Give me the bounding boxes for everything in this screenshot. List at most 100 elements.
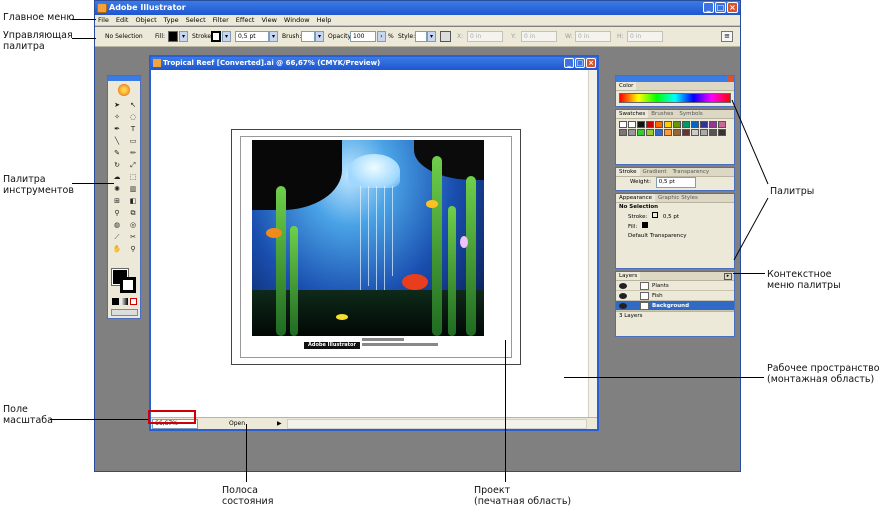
slice-tool-icon[interactable]: ⟋ [110,232,124,242]
tab-transparency[interactable]: Transparency [669,168,712,176]
status-menu-arrow-icon[interactable]: ▶ [277,420,282,427]
appearance-stroke-label: Stroke: [628,214,648,220]
menu-help[interactable]: Help [317,15,332,25]
rectangle-tool-icon[interactable]: ▭ [126,136,140,146]
tab-graphic-styles[interactable]: Graphic Styles [655,194,701,202]
symbol-sprayer-tool-icon[interactable]: ✺ [110,184,124,194]
lasso-tool-icon[interactable]: ◌ [126,112,140,122]
tropical-reef-artwork [252,140,484,336]
doc-maximize-icon[interactable]: □ [575,58,585,68]
y-field[interactable]: 0 in [521,31,557,42]
stroke-dropdown-icon[interactable]: ▾ [222,31,231,42]
horizontal-scrollbar[interactable] [287,419,587,429]
label-control-palette-1: Управляющая [3,30,73,41]
status-bar: 66,67% Open ▶ [151,417,597,429]
adobe-illustrator-logo: Adobe Illustrator [304,342,360,349]
tab-appearance[interactable]: Appearance [616,194,656,202]
minimize-icon[interactable]: _ [703,2,714,13]
brush-field[interactable] [301,31,315,42]
fill-swatch[interactable] [168,31,178,42]
pen-tool-icon[interactable]: ✒ [110,124,124,134]
line-tool-icon[interactable]: ╲ [110,136,124,146]
scissors-tool-icon[interactable]: ✂ [126,232,140,242]
weight-field[interactable]: 0,5 pt [655,177,696,188]
layer-row[interactable]: Plants [616,281,734,291]
vertical-scrollbar[interactable] [588,70,597,419]
gradient-mode-icon[interactable] [121,298,128,305]
opacity-field[interactable]: 100 [350,31,376,42]
hand-tool-icon[interactable]: ✋ [110,244,124,254]
menu-filter[interactable]: Filter [213,15,229,25]
layers-count: 3 Layers [616,311,734,321]
stroke-weight-dropdown-icon[interactable]: ▾ [269,31,278,42]
brush-dropdown-icon[interactable]: ▾ [315,31,324,42]
direct-selection-tool-icon[interactable]: ↖ [126,100,140,110]
pencil-tool-icon[interactable]: ✏ [126,148,140,158]
doc-close-icon[interactable]: × [586,58,596,68]
fill-dropdown-icon[interactable]: ▾ [179,31,188,42]
eye-icon[interactable] [619,283,627,289]
menu-edit[interactable]: Edit [116,15,129,25]
transform-reference-icon[interactable] [440,31,451,42]
screen-mode-icon[interactable] [111,309,138,316]
tab-brushes[interactable]: Brushes [648,110,676,118]
w-field[interactable]: 0 in [575,31,611,42]
color-close-icon[interactable] [727,76,733,82]
gradient-tool-icon[interactable]: ◧ [126,196,140,206]
tab-layers[interactable]: Layers [616,272,641,280]
tab-gradient[interactable]: Gradient [640,168,670,176]
layer-row[interactable]: Background [616,301,734,311]
color-spectrum[interactable] [619,93,731,103]
zoom-tool-icon[interactable]: ⚲ [126,244,140,254]
paintbrush-tool-icon[interactable]: ✎ [110,148,124,158]
layer-row[interactable]: Fish [616,291,734,301]
menu-view[interactable]: View [261,15,276,25]
menu-type[interactable]: Type [164,15,179,25]
layer-thumbnail [640,282,649,290]
menu-select[interactable]: Select [186,15,206,25]
tab-symbols[interactable]: Symbols [676,110,705,118]
eye-icon[interactable] [619,303,627,309]
live-paint-tool-icon[interactable]: ◍ [110,220,124,230]
eye-icon[interactable] [619,293,627,299]
menu-object[interactable]: Object [135,15,156,25]
status-text[interactable]: Open [229,420,245,427]
palette-menu-icon[interactable]: ≡ [721,31,733,42]
tab-color[interactable]: Color [616,82,637,90]
blend-tool-icon[interactable]: ⧉ [126,208,140,218]
none-mode-icon[interactable] [130,298,137,305]
label-project-1: Проект [474,485,511,496]
stroke-swatch[interactable] [211,31,221,42]
magic-wand-tool-icon[interactable]: ✧ [110,112,124,122]
menu-file[interactable]: File [98,15,109,25]
selection-tool-icon[interactable]: ➤ [110,100,124,110]
doc-minimize-icon[interactable]: _ [564,58,574,68]
opacity-arrow-icon[interactable]: › [377,31,386,42]
warp-tool-icon[interactable]: ☁ [110,172,124,182]
h-label: H: [617,33,624,40]
stroke-color-swatch[interactable] [120,277,136,293]
live-paint-selection-tool-icon[interactable]: ◎ [126,220,140,230]
x-field[interactable]: 0 in [467,31,503,42]
rotate-tool-icon[interactable]: ↻ [110,160,124,170]
column-graph-tool-icon[interactable]: ▥ [126,184,140,194]
style-field[interactable] [415,31,427,42]
menu-window[interactable]: Window [284,15,310,25]
type-tool-icon[interactable]: T [126,124,140,134]
mesh-tool-icon[interactable]: ⊞ [110,196,124,206]
close-icon[interactable]: × [727,2,738,13]
free-transform-tool-icon[interactable]: ⬚ [126,172,140,182]
style-dropdown-icon[interactable]: ▾ [427,31,436,42]
tab-stroke[interactable]: Stroke [616,168,640,176]
stroke-weight-field[interactable]: 0,5 pt [235,31,269,42]
color-mode-icon[interactable] [112,298,119,305]
eyedropper-tool-icon[interactable]: ⚲ [110,208,124,218]
layers-palette: Layers ▸ Plants Fish Background 3 Layers [615,271,735,337]
swatches-palette: Swatches Brushes Symbols [615,109,735,165]
color-palette: Color [615,75,735,107]
maximize-icon[interactable]: □ [715,2,726,13]
h-field[interactable]: 0 in [627,31,663,42]
scale-tool-icon[interactable]: ⤢ [126,160,140,170]
tab-swatches[interactable]: Swatches [616,110,649,118]
menu-effect[interactable]: Effect [236,15,255,25]
